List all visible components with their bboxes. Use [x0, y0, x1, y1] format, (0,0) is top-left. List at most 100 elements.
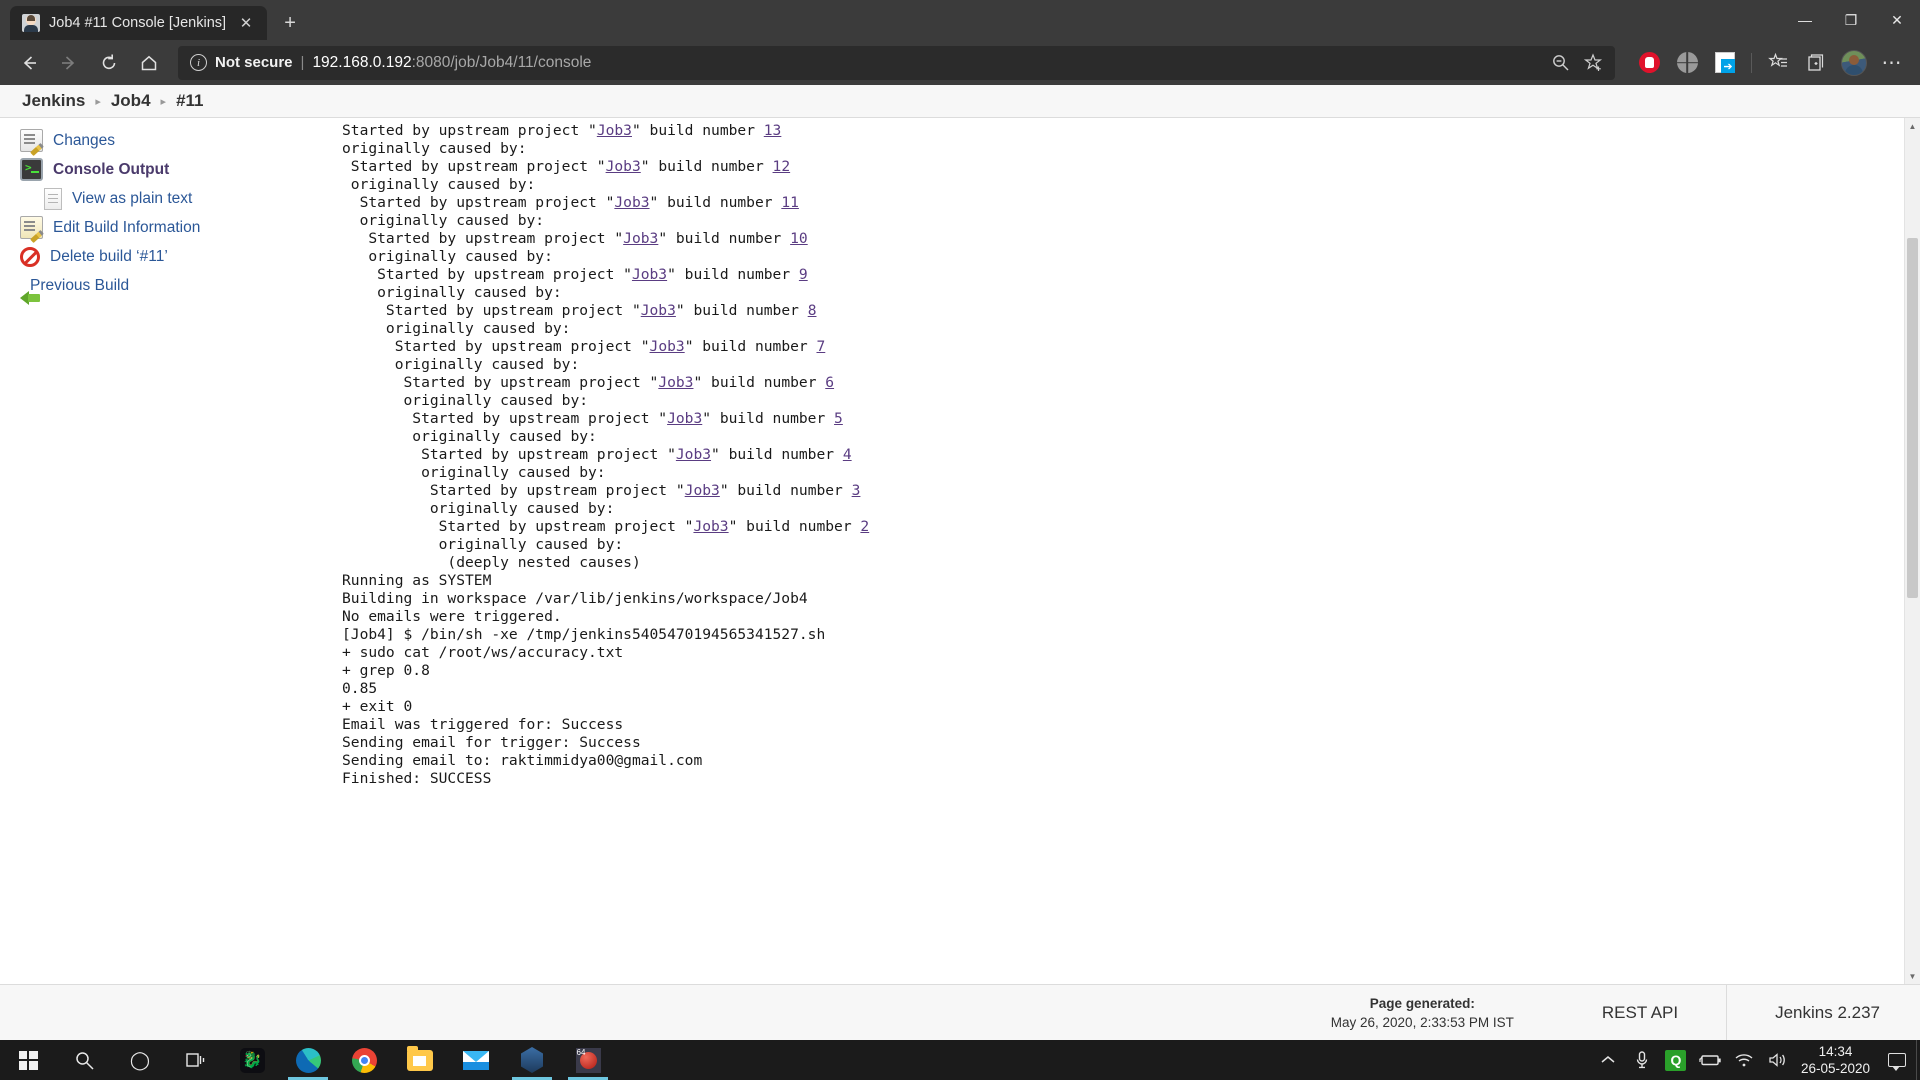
mail-button[interactable] [448, 1040, 504, 1080]
build-number-link[interactable]: 9 [799, 266, 808, 283]
breadcrumb-jenkins[interactable]: Jenkins [22, 91, 85, 111]
breadcrumb-job4[interactable]: Job4 [111, 91, 151, 111]
virtualbox-button[interactable] [504, 1040, 560, 1080]
upstream-project-link[interactable]: Job3 [658, 374, 693, 391]
favorites-list-icon[interactable] [1760, 46, 1796, 80]
quick-access-q-icon[interactable]: Q [1659, 1040, 1693, 1080]
window-controls: — ❐ ✕ [1782, 0, 1920, 40]
upstream-project-link[interactable]: Job3 [614, 194, 649, 211]
maximize-button[interactable]: ❐ [1828, 0, 1874, 40]
upstream-project-link[interactable]: Job3 [676, 446, 711, 463]
add-favorite-icon[interactable] [1579, 48, 1609, 78]
file-explorer-button[interactable] [392, 1040, 448, 1080]
upstream-project-link[interactable]: Job3 [641, 302, 676, 319]
sidebar-item-view-plain-text[interactable]: View as plain text [18, 184, 330, 213]
console-output-text: Started by upstream project "Job3" build… [330, 122, 1920, 788]
page-generated-time: May 26, 2020, 2:33:53 PM IST [1331, 1015, 1514, 1030]
build-number-link[interactable]: 5 [834, 410, 843, 427]
build-number-link[interactable]: 3 [852, 482, 861, 499]
upstream-project-link[interactable]: Job3 [685, 482, 720, 499]
action-center-icon[interactable] [1880, 1040, 1914, 1080]
taskbar-search-button[interactable] [56, 1040, 112, 1080]
taskbar-edge-divider [1916, 1040, 1920, 1080]
browser-tab[interactable]: Job4 #11 Console [Jenkins] ✕ [10, 6, 267, 40]
upstream-project-link[interactable]: Job3 [606, 158, 641, 175]
scrollbar-thumb[interactable] [1907, 238, 1918, 598]
omnibox-separator: | [301, 54, 305, 71]
close-tab-icon[interactable]: ✕ [235, 12, 257, 34]
start-button[interactable] [0, 1040, 56, 1080]
page-body: Changes Console Output View as plain tex… [0, 118, 1920, 984]
kali-linux-button[interactable]: 🐉 [224, 1040, 280, 1080]
breadcrumb-build-number[interactable]: #11 [176, 91, 203, 111]
omnibox-icons [1545, 48, 1609, 78]
virtualbox-icon [521, 1047, 543, 1073]
toolbar-divider [1751, 53, 1752, 73]
wifi-icon[interactable] [1727, 1040, 1761, 1080]
address-bar[interactable]: i Not secure | 192.168.0.192:8080/job/Jo… [178, 46, 1615, 80]
volume-icon[interactable] [1761, 1040, 1795, 1080]
sidebar-item-edit-build-information[interactable]: Edit Build Information [18, 213, 330, 242]
scroll-up-arrow-icon[interactable]: ▲ [1905, 118, 1920, 134]
taskbar-apps: ◯ 🐉 [0, 1040, 616, 1080]
minimize-button[interactable]: — [1782, 0, 1828, 40]
ruby-installer-button[interactable] [560, 1040, 616, 1080]
collections-icon[interactable] [1798, 46, 1834, 80]
sidebar-item-console-output[interactable]: Console Output [18, 155, 330, 184]
sidebar-item-label: Edit Build Information [53, 219, 200, 237]
home-icon[interactable] [130, 46, 168, 80]
upstream-project-link[interactable]: Job3 [623, 230, 658, 247]
build-number-link[interactable]: 7 [816, 338, 825, 355]
adblock-stop-icon[interactable] [1631, 46, 1667, 80]
battery-icon[interactable] [1693, 1040, 1727, 1080]
upstream-project-link[interactable]: Job3 [632, 266, 667, 283]
upstream-project-link[interactable]: Job3 [597, 122, 632, 139]
tab-strip: Job4 #11 Console [Jenkins] ✕ + [0, 0, 307, 40]
build-number-link[interactable]: 10 [790, 230, 808, 247]
build-number-link[interactable]: 11 [781, 194, 799, 211]
kali-linux-icon: 🐉 [240, 1048, 265, 1073]
task-view-button[interactable] [168, 1040, 224, 1080]
sidebar-item-label: Delete build ‘#11’ [50, 248, 168, 266]
mail-icon [463, 1051, 489, 1070]
reload-icon[interactable] [90, 46, 128, 80]
profile-avatar-icon[interactable] [1836, 46, 1872, 80]
rest-api-link[interactable]: REST API [1554, 1003, 1726, 1023]
tab-title: Job4 #11 Console [Jenkins] [49, 15, 226, 31]
new-tab-button[interactable]: + [273, 6, 307, 40]
scroll-down-arrow-icon[interactable]: ▼ [1905, 968, 1920, 984]
build-number-link[interactable]: 13 [764, 122, 782, 139]
site-info-icon[interactable]: i [190, 54, 207, 71]
show-hidden-icons-button[interactable] [1591, 1040, 1625, 1080]
sidebar-item-previous-build[interactable]: Previous Build [18, 271, 330, 300]
google-chrome-button[interactable] [336, 1040, 392, 1080]
microsoft-edge-button[interactable] [280, 1040, 336, 1080]
url-host: 192.168.0.192 [312, 54, 411, 71]
upstream-project-link[interactable]: Job3 [693, 518, 728, 535]
windows-logo-icon [19, 1051, 38, 1070]
page-footer: Page generated: May 26, 2020, 2:33:53 PM… [0, 984, 1920, 1040]
forward-icon[interactable] [50, 46, 88, 80]
sidebar-item-changes[interactable]: Changes [18, 126, 330, 155]
page-generated-label: Page generated: [1370, 996, 1475, 1011]
cortana-icon: ◯ [130, 1050, 150, 1071]
build-number-link[interactable]: 4 [843, 446, 852, 463]
build-number-link[interactable]: 6 [825, 374, 834, 391]
import-document-icon[interactable] [1707, 46, 1743, 80]
sidebar-item-delete-build[interactable]: Delete build ‘#11’ [18, 242, 330, 271]
microphone-icon[interactable] [1625, 1040, 1659, 1080]
cortana-button[interactable]: ◯ [112, 1040, 168, 1080]
url-path: :8080/job/Job4/11/console [412, 54, 592, 71]
build-number-link[interactable]: 2 [860, 518, 869, 535]
close-window-button[interactable]: ✕ [1874, 0, 1920, 40]
taskbar-clock[interactable]: 14:34 26-05-2020 [1795, 1043, 1880, 1077]
zoom-out-icon[interactable] [1545, 48, 1575, 78]
settings-more-icon[interactable]: ⋯ [1874, 46, 1910, 80]
upstream-project-link[interactable]: Job3 [650, 338, 685, 355]
back-icon[interactable] [10, 46, 48, 80]
build-number-link[interactable]: 8 [808, 302, 817, 319]
build-number-link[interactable]: 12 [773, 158, 791, 175]
globe-translate-icon[interactable] [1669, 46, 1705, 80]
upstream-project-link[interactable]: Job3 [667, 410, 702, 427]
page-scrollbar[interactable]: ▲ ▼ [1904, 118, 1920, 984]
